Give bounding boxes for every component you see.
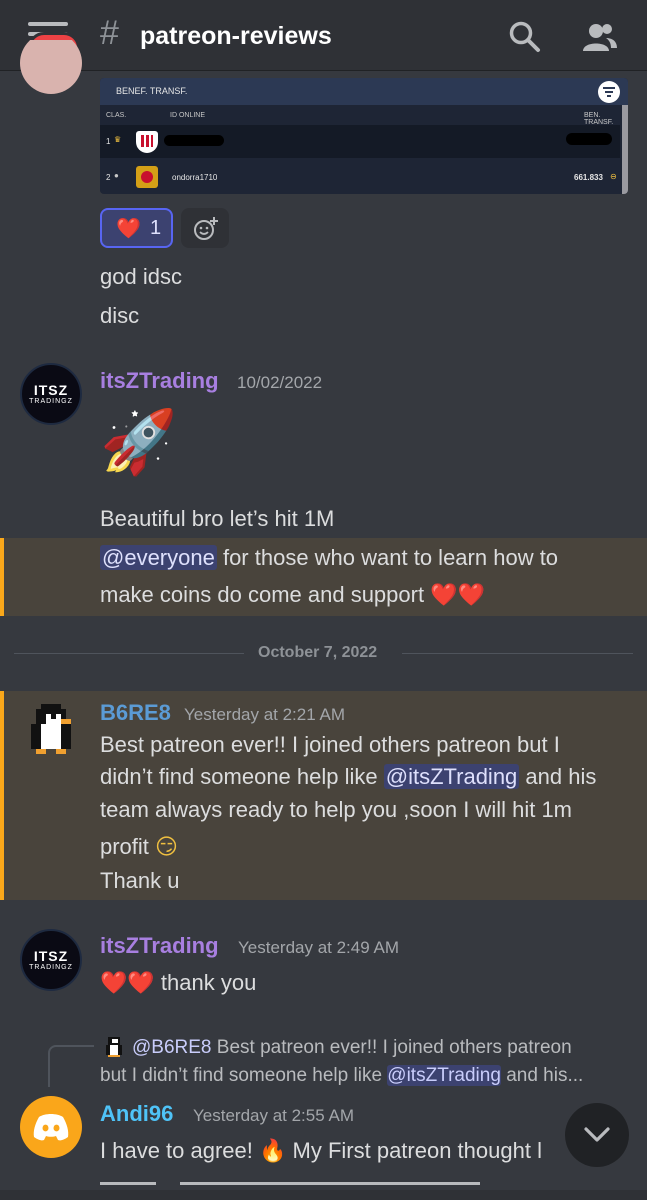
message-text: ❤️❤️ thank you	[100, 970, 257, 996]
message-author[interactable]: itsZTrading	[100, 368, 219, 394]
coin-icon: ⊖	[610, 172, 617, 181]
message-author[interactable]: B6RE8	[100, 700, 171, 726]
reply-connector	[48, 1045, 94, 1087]
image-scrollbar	[622, 105, 628, 194]
date-divider: October 7, 2022	[258, 644, 378, 661]
avatar-logo-subtext: TRADINGZ	[29, 397, 73, 405]
avatar-itsztrading[interactable]: ITSZ TRADINGZ	[20, 929, 82, 991]
crown-icon: ♛	[114, 135, 122, 144]
image-row-rank: 1	[106, 137, 111, 146]
avatar-logo-subtext: TRADINGZ	[29, 963, 73, 971]
reply-preview[interactable]: @B6RE8 Best patreon ever!! I joined othe…	[132, 1033, 572, 1062]
image-title: BENEF. TRANSF.	[116, 86, 188, 96]
message-text: @everyone for those who want to learn ho…	[100, 545, 559, 570]
image-row-value: 661.833	[574, 173, 603, 182]
image-row: 2 ● ondorra1710 661.833 ⊖	[100, 160, 620, 193]
channel-hash-icon: #	[100, 14, 119, 52]
reaction-count: 1	[150, 217, 162, 239]
mention-highlight-bar	[0, 538, 4, 616]
date-divider-line	[14, 653, 244, 654]
message-text: profit 😏	[100, 834, 178, 860]
image-col-clas: CLAS.	[106, 112, 127, 119]
heart-icon: ❤️	[116, 216, 141, 240]
message-author[interactable]: itsZTrading	[100, 933, 219, 959]
heart-icon: ❤️❤️	[100, 971, 155, 996]
mention-everyone[interactable]: @everyone	[100, 545, 217, 570]
members-icon[interactable]	[582, 20, 618, 54]
reply-avatar	[106, 1037, 122, 1057]
club-crest-icon	[136, 131, 158, 153]
search-icon[interactable]	[508, 20, 542, 54]
redacted-name	[164, 135, 224, 146]
image-row-rank: 2	[106, 173, 111, 182]
image-row-name: ondorra1710	[172, 173, 218, 182]
date-divider-line	[402, 653, 633, 654]
message-text: Thank u	[100, 868, 180, 893]
image-row: 1 ♛	[100, 125, 620, 158]
avatar-itsztrading[interactable]: ITSZ TRADINGZ	[20, 363, 82, 425]
message-timestamp: Yesterday at 2:49 AM	[238, 938, 399, 957]
composer-bar[interactable]	[0, 1190, 647, 1200]
avatar-logo-text: ITSZ	[33, 381, 69, 398]
message-text: Beautiful bro let’s hit 1M	[100, 506, 335, 531]
message-text: team always ready to help you ,soon I wi…	[100, 797, 573, 822]
rocket-icon: 🚀	[100, 405, 178, 478]
message-text: god idsc	[100, 264, 182, 289]
channel-name[interactable]: patreon-reviews	[140, 22, 332, 51]
mention-highlight-bar	[0, 691, 4, 900]
club-crest-icon	[136, 166, 158, 188]
avatar-b6re8[interactable]	[26, 704, 76, 754]
message-text: Best patreon ever!! I joined others patr…	[100, 732, 560, 757]
message-timestamp: Yesterday at 2:21 AM	[184, 705, 345, 724]
message-timestamp: Yesterday at 2:55 AM	[193, 1106, 354, 1125]
message-text: I have to agree! 🔥 My First patreon thou…	[100, 1138, 542, 1164]
mention-itsztrading: @itsZTrading	[387, 1065, 501, 1086]
avatar-andi96[interactable]	[20, 1096, 82, 1158]
filter-icon	[598, 81, 620, 103]
message-text: didn’t find someone help like @itsZTradi…	[100, 764, 597, 789]
heart-icon: ❤️❤️	[430, 583, 485, 608]
add-reaction-icon	[194, 217, 218, 240]
avatar-previous-user[interactable]	[20, 40, 82, 94]
discord-icon	[33, 1114, 69, 1141]
image-header-bar: BENEF. TRANSF.	[100, 78, 628, 105]
message-text: make coins do come and support ❤️❤️	[100, 582, 485, 608]
attachment-image[interactable]: BENEF. TRANSF. CLAS. ID ONLINE BEN. TRAN…	[100, 78, 628, 194]
avatar-logo-text: ITSZ	[33, 947, 69, 964]
add-reaction-button[interactable]	[181, 208, 229, 248]
reply-preview[interactable]: but I didn’t find someone help like @its…	[100, 1061, 583, 1090]
message-author[interactable]: Andi96	[100, 1101, 173, 1127]
heart-reaction[interactable]: ❤️ 1	[100, 208, 173, 248]
fire-icon: 🔥	[259, 1139, 287, 1164]
image-col-id: ID ONLINE	[170, 112, 206, 119]
channel-header: 400 # patreon-reviews	[0, 0, 647, 71]
reply-author: @B6RE8	[132, 1037, 212, 1058]
jump-to-bottom-button[interactable]	[565, 1103, 629, 1167]
mention-itsztrading[interactable]: @itsZTrading	[383, 764, 520, 789]
medal-icon: ●	[114, 171, 119, 180]
smirk-icon: 😏	[155, 835, 178, 860]
chevron-down-icon	[584, 1127, 610, 1142]
message-timestamp: 10/02/2022	[237, 373, 323, 392]
redacted-value	[566, 133, 612, 145]
message-text: disc	[100, 303, 140, 328]
